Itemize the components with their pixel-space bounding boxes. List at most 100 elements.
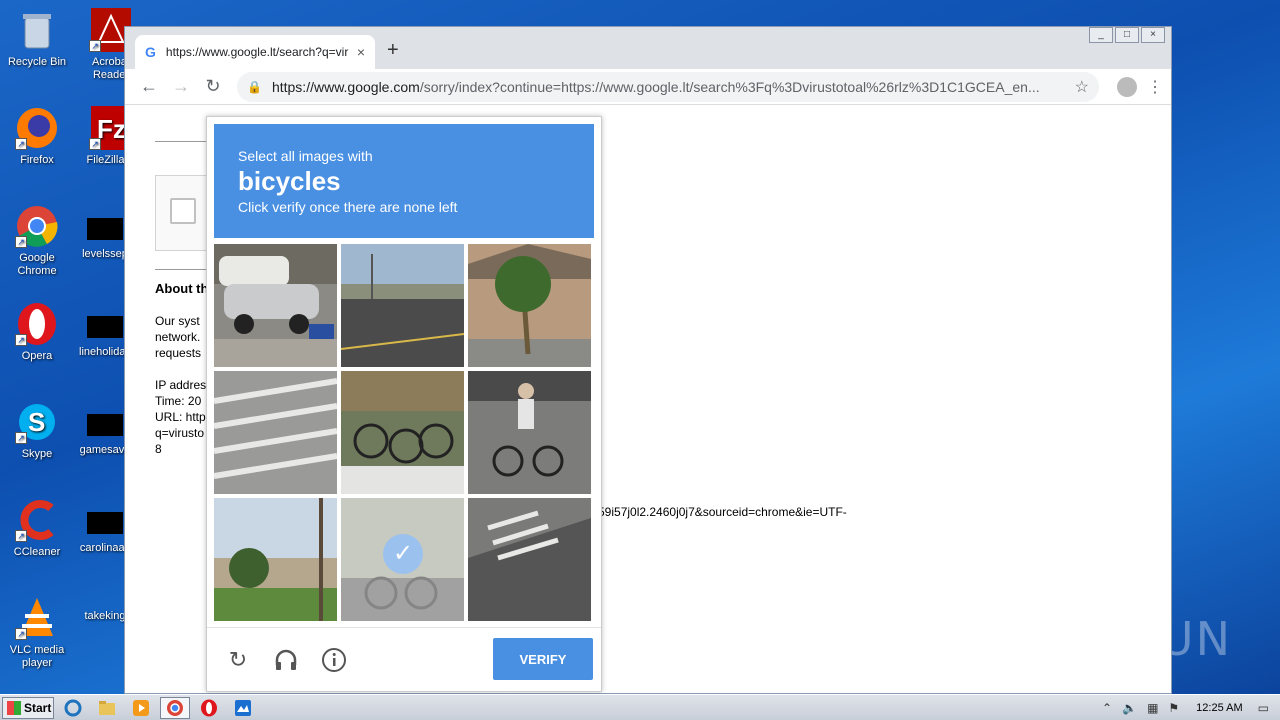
url-line: q=virusto xyxy=(155,426,205,440)
captcha-tile[interactable] xyxy=(341,371,464,494)
taskbar-app-icon[interactable] xyxy=(228,697,258,719)
ip-line: IP addres xyxy=(155,378,207,392)
windows-logo-icon xyxy=(7,700,21,715)
captcha-footer: ↻ VERIFY xyxy=(207,627,601,691)
audio-headphones-icon[interactable] xyxy=(273,647,299,673)
icon-label: Firefox xyxy=(20,154,54,166)
action-center-flag-icon[interactable]: ⚑ xyxy=(1168,701,1179,715)
icon-label: CCleaner xyxy=(13,546,61,558)
taskbar: Start ⌃ 🔈 ▦ ⚑ 12:25 AM ▭ xyxy=(0,694,1280,720)
redacted-icon xyxy=(87,414,123,436)
firefox-icon: ↗ xyxy=(15,106,59,150)
maximize-button[interactable]: □ xyxy=(1115,27,1139,43)
desktop-icon-vlc[interactable]: ↗ VLC media player xyxy=(2,596,72,670)
captcha-tile[interactable] xyxy=(468,498,591,621)
show-desktop-icon[interactable]: ▭ xyxy=(1258,701,1269,715)
tab-title: https://www.google.lt/search?q=vir xyxy=(165,45,349,59)
icon-label: levelssep xyxy=(82,248,128,260)
captcha-tile[interactable] xyxy=(214,498,337,621)
close-window-button[interactable]: × xyxy=(1141,27,1165,43)
icon-label: Skype xyxy=(21,448,53,460)
captcha-tile[interactable] xyxy=(214,244,337,367)
desktop-icon-recycle-bin[interactable]: Recycle Bin xyxy=(2,8,72,69)
url-text: https://www.google.com/sorry/index?conti… xyxy=(272,79,1065,95)
network-icon[interactable]: ▦ xyxy=(1147,701,1158,715)
captcha-tile-selected[interactable]: ✓ xyxy=(341,498,464,621)
captcha-tile[interactable] xyxy=(468,371,591,494)
svg-text:S: S xyxy=(28,407,45,437)
taskbar-media-player-icon[interactable] xyxy=(126,697,156,719)
window-controls: _ □ × xyxy=(1087,27,1165,43)
reload-challenge-icon[interactable]: ↻ xyxy=(225,647,251,673)
svg-text:Fz: Fz xyxy=(97,114,126,144)
icon-label: takeking xyxy=(84,610,126,622)
redacted-icon xyxy=(87,218,123,240)
info-paragraph: Our syst network. requests xyxy=(155,313,201,361)
lock-icon: 🔒 xyxy=(247,79,262,94)
forward-arrow-icon[interactable]: → xyxy=(165,76,197,97)
google-favicon-icon: G xyxy=(145,44,156,60)
url-line: 8 xyxy=(155,442,162,456)
recaptcha-checkbox[interactable] xyxy=(170,198,196,224)
captcha-instruction: Select all images with xyxy=(238,148,373,164)
captcha-challenge: Select all images with bicycles Click ve… xyxy=(206,116,602,692)
taskbar-chrome-icon[interactable] xyxy=(160,696,190,719)
captcha-tile[interactable] xyxy=(468,244,591,367)
captcha-header: Select all images with bicycles Click ve… xyxy=(214,124,594,238)
new-tab-button[interactable]: + xyxy=(387,39,399,62)
taskbar-ie-icon[interactable] xyxy=(58,697,88,719)
desktop-icon-opera[interactable]: ↗ Opera xyxy=(2,302,72,363)
icon-label: VLC media player xyxy=(9,644,65,669)
url-domain: https://www.google.com xyxy=(271,78,420,95)
bookmark-star-icon[interactable]: ☆ xyxy=(1075,77,1089,97)
tab-strip: G https://www.google.lt/search?q=vir × +… xyxy=(125,27,1171,69)
tray-expand-icon[interactable]: ⌃ xyxy=(1102,701,1112,715)
url-line: URL: http xyxy=(155,410,206,424)
icon-label: carolinaas xyxy=(79,542,131,554)
time-line: Time: 20 xyxy=(155,394,202,408)
redacted-icon xyxy=(87,512,123,534)
desktop-icon-ccleaner[interactable]: ↗ CCleaner xyxy=(2,498,72,559)
system-tray: ⌃ 🔈 ▦ ⚑ 12:25 AM ▭ xyxy=(1097,695,1280,720)
verify-button[interactable]: VERIFY xyxy=(493,638,593,680)
url-tail-text: 59i57j0l2.2460j0j7&sourceid=chrome&ie=UT… xyxy=(598,505,847,519)
info-line: network. xyxy=(155,330,201,344)
clock[interactable]: 12:25 AM xyxy=(1196,702,1242,714)
start-label: Start xyxy=(24,700,52,715)
browser-tab[interactable]: G https://www.google.lt/search?q=vir × xyxy=(135,35,375,69)
icon-label: Opera xyxy=(21,350,53,362)
profile-avatar-icon[interactable] xyxy=(1117,76,1137,97)
about-heading: About th xyxy=(155,281,209,296)
taskbar-explorer-icon[interactable] xyxy=(92,697,122,719)
address-bar[interactable]: 🔒 https://www.google.com/sorry/index?con… xyxy=(237,71,1099,102)
info-line: Our syst xyxy=(155,314,200,328)
tab-close-icon[interactable]: × xyxy=(357,44,365,60)
captcha-object: bicycles xyxy=(238,166,341,196)
captcha-grid: ✓ xyxy=(214,244,594,621)
redacted-icon xyxy=(87,316,123,338)
opera-icon: ↗ xyxy=(15,302,59,346)
start-button[interactable]: Start xyxy=(2,696,54,719)
chrome-icon: ↗ xyxy=(15,204,59,248)
back-arrow-icon[interactable]: ← xyxy=(133,76,165,97)
info-line: requests xyxy=(155,346,202,360)
captcha-tile[interactable] xyxy=(341,244,464,367)
desktop-icon-skype[interactable]: S ↗ Skype xyxy=(2,400,72,461)
captcha-tile[interactable] xyxy=(214,371,337,494)
minimize-button[interactable]: _ xyxy=(1089,27,1113,43)
reload-icon[interactable]: ↻ xyxy=(197,76,229,97)
volume-icon[interactable]: 🔈 xyxy=(1122,701,1137,715)
menu-dots-icon[interactable]: ⋮ xyxy=(1147,77,1163,97)
desktop-icon-firefox[interactable]: ↗ Firefox xyxy=(2,106,72,167)
icon-label: gamesave xyxy=(79,444,131,456)
skype-icon: S ↗ xyxy=(15,400,59,444)
checkmark-icon: ✓ xyxy=(383,534,423,574)
ccleaner-icon: ↗ xyxy=(15,498,59,542)
captcha-hint: Click verify once there are none left xyxy=(238,199,458,215)
browser-toolbar: ← → ↻ 🔒 https://www.google.com/sorry/ind… xyxy=(125,69,1171,105)
taskbar-opera-icon[interactable] xyxy=(194,697,224,719)
info-icon[interactable] xyxy=(321,647,347,673)
recycle-bin-icon xyxy=(15,8,59,52)
icon-label: Google Chrome xyxy=(17,252,57,277)
desktop-icon-chrome[interactable]: ↗ Google Chrome xyxy=(2,204,72,278)
